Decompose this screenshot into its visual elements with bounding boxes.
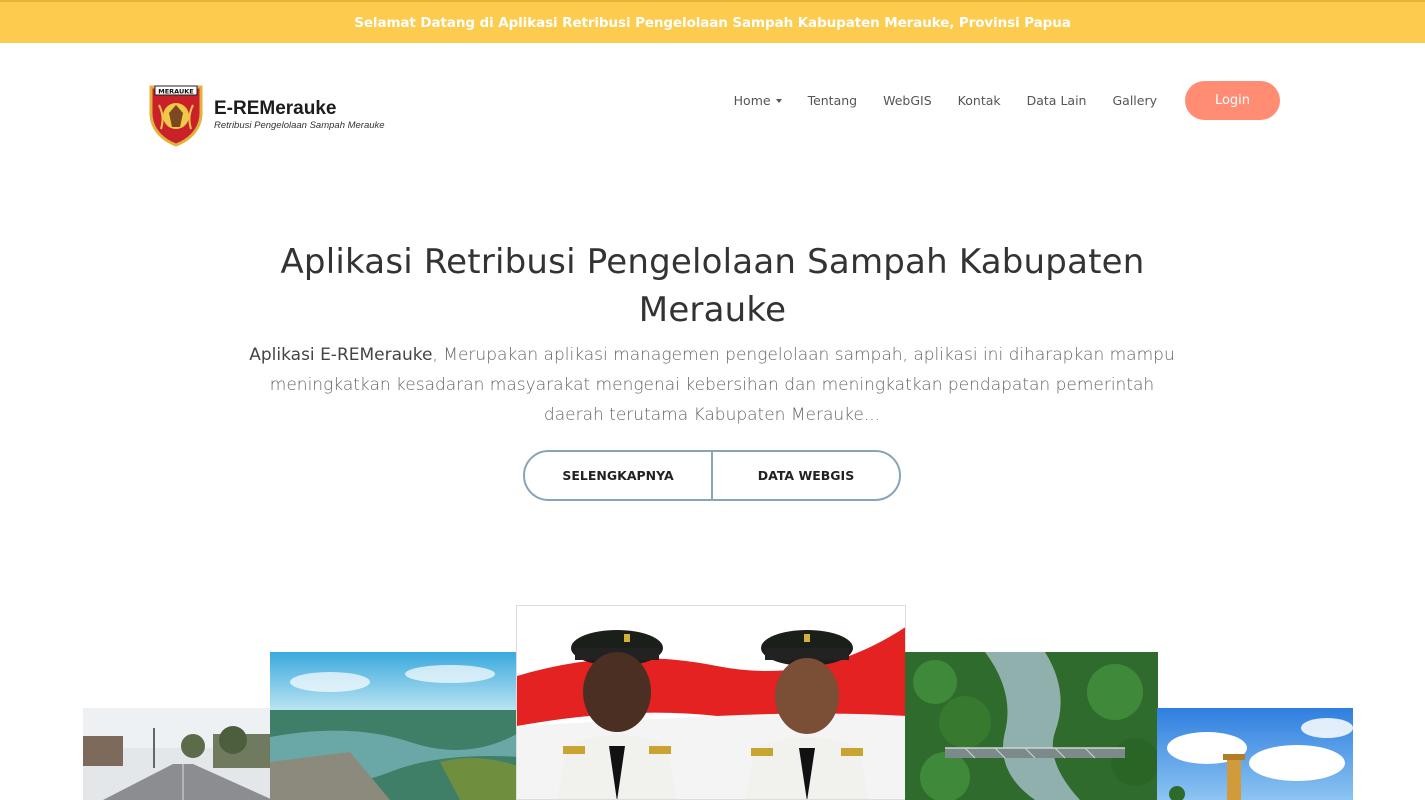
brand-text: E-REMerauke Retribusi Pengelolaan Sampah… xyxy=(214,98,385,132)
nav-home-label: Home xyxy=(733,93,771,108)
main-nav: Home Tentang WebGIS Kontak Data Lain Gal… xyxy=(708,81,1280,120)
announcement-text: Selamat Datang di Aplikasi Retribusi Pen… xyxy=(354,14,1071,31)
nav-home[interactable]: Home xyxy=(734,93,782,108)
hero-title: Aplikasi Retribusi Pengelolaan Sampah Ka… xyxy=(0,238,1425,334)
login-button[interactable]: Login xyxy=(1185,81,1280,120)
caret-down-icon xyxy=(775,98,782,103)
brand-subtitle: Retribusi Pengelolaan Sampah Merauke xyxy=(214,120,385,131)
data-webgis-button[interactable]: DATA WEBGIS xyxy=(711,452,899,499)
nav-kontak[interactable]: Kontak xyxy=(958,93,1001,108)
gallery-photo-river-aerial xyxy=(270,652,520,800)
gallery-photo-officials xyxy=(516,605,906,800)
hero-description-bold: Aplikasi E-REMerauke xyxy=(249,345,433,365)
gallery-photo-monument-sky xyxy=(1157,708,1353,800)
nav-data-lain[interactable]: Data Lain xyxy=(1027,93,1087,108)
hero-button-group: SELENGKAPNYA DATA WEBGIS xyxy=(523,450,901,501)
logo-label: MERAUKE xyxy=(158,88,194,96)
nav-webgis[interactable]: WebGIS xyxy=(883,93,932,108)
hero-description: Aplikasi E-REMerauke, Merupakan aplikasi… xyxy=(247,340,1177,430)
hero-title-line-2: Merauke xyxy=(638,290,787,330)
merauke-emblem-icon: MERAUKE xyxy=(149,85,203,147)
hero-title-line-1: Aplikasi Retribusi Pengelolaan Sampah Ka… xyxy=(280,242,1145,282)
nav-tentang[interactable]: Tentang xyxy=(808,93,858,108)
announcement-bar: Selamat Datang di Aplikasi Retribusi Pen… xyxy=(0,0,1425,43)
gallery-photo-street xyxy=(83,708,273,800)
gallery-photo-river-bridge xyxy=(905,652,1158,800)
selengkapnya-button[interactable]: SELENGKAPNYA xyxy=(525,452,711,499)
brand-title: E-REMerauke xyxy=(214,98,337,119)
nav-gallery[interactable]: Gallery xyxy=(1112,93,1157,108)
brand-logo-link[interactable]: MERAUKE E-REMerauke Retribusi Pengelolaa… xyxy=(147,83,385,147)
